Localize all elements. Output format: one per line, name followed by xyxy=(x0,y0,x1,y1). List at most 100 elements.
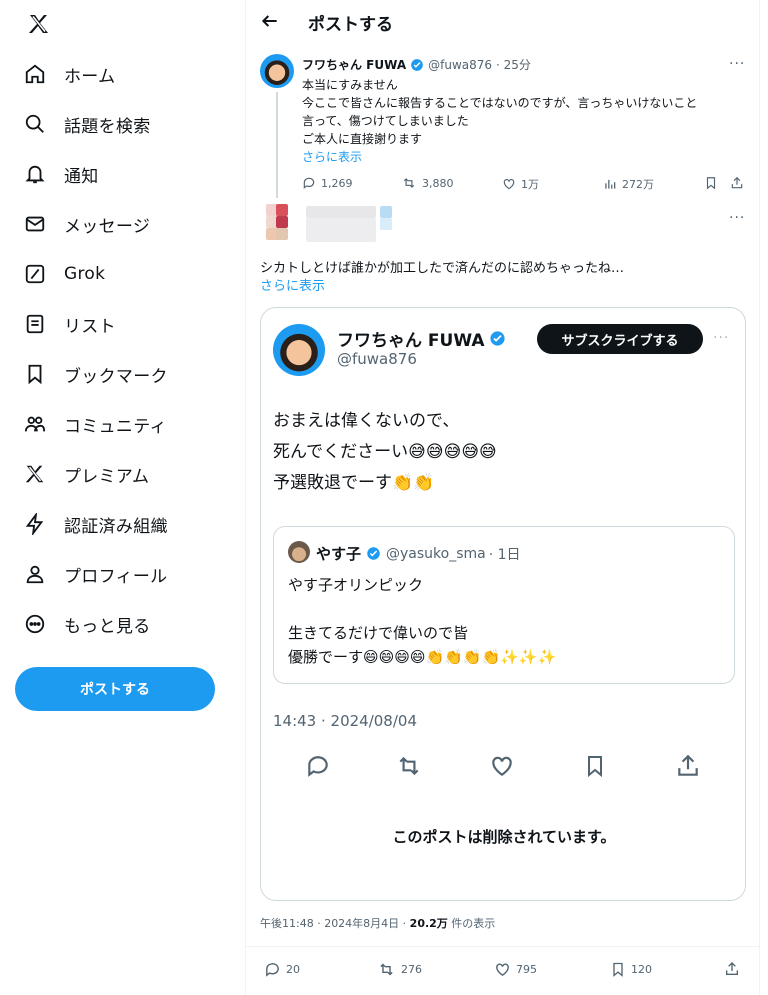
sidebar-item-label: コミュニティ xyxy=(64,416,167,437)
sidebar-item-label: Grok xyxy=(64,264,106,284)
quoted-post[interactable]: やす子 @yasuko_sma · 1日 やす子オリンピック 生きてるだけで偉い… xyxy=(273,526,735,684)
repost-count: 3,880 xyxy=(422,176,454,190)
sidebar-item-bookmarks[interactable]: ブックマーク xyxy=(22,356,168,392)
sidebar-item-profile[interactable]: プロフィール xyxy=(22,556,167,592)
deleted-post-notice: このポストは削除されています。 xyxy=(392,828,616,846)
page-title: ポストする xyxy=(308,15,393,35)
sidebar-item-label: 認証済み組織 xyxy=(64,516,168,537)
post-header: フワちゃん FUWA @fuwa876 · 25分 xyxy=(302,56,531,73)
repost-icon[interactable] xyxy=(395,753,423,779)
share-icon[interactable] xyxy=(675,753,701,779)
show-more-link[interactable]: さらに表示 xyxy=(302,148,697,166)
embedded-post-card[interactable]: フワちゃん FUWA @fuwa876 サブスクライブする ··· おまえは偉く… xyxy=(260,307,746,901)
more-circle-icon xyxy=(22,611,48,637)
sidebar-item-label: ホーム xyxy=(64,66,116,87)
like-action[interactable]: 795 xyxy=(494,961,537,978)
show-more-link[interactable]: さらに表示 xyxy=(260,278,624,296)
embedded-post-text: おまえは偉くないので、 死んでくださーい😅😅😅😅😅 予選敗退でーす👏👏 xyxy=(273,406,497,499)
post-text-line: 死んでくださーい😅😅😅😅😅 xyxy=(273,442,497,462)
bell-icon xyxy=(22,161,48,187)
avatar[interactable] xyxy=(260,54,294,88)
x-logo-icon[interactable] xyxy=(26,12,52,36)
bookmark-icon[interactable] xyxy=(704,175,718,191)
thread-line xyxy=(276,92,278,198)
repost-action[interactable]: 276 xyxy=(377,961,422,978)
subscribe-button[interactable]: サブスクライブする xyxy=(537,324,703,354)
author-name[interactable]: やす子 xyxy=(316,543,361,564)
verified-badge-icon xyxy=(490,331,506,346)
post-text-line: やす子オリンピック xyxy=(288,576,424,594)
sidebar-item-premium[interactable]: プレミアム xyxy=(22,456,149,492)
more-options-icon[interactable]: ··· xyxy=(729,210,745,226)
post-timestamp[interactable]: 14:43 · 2024/08/04 xyxy=(273,712,417,730)
post-text-line: 生きてるだけで偉いので皆 xyxy=(288,624,469,642)
post-text-line: 予選敗退でーす👏👏 xyxy=(273,473,435,493)
lightning-icon xyxy=(22,511,48,537)
bookmark-count: 120 xyxy=(631,963,652,976)
post-time[interactable]: · 25分 xyxy=(496,56,531,73)
post-button[interactable]: ポストする xyxy=(15,667,215,711)
author-name[interactable]: フワちゃん FUWA xyxy=(302,56,406,73)
back-arrow-icon[interactable] xyxy=(260,11,280,31)
share-icon[interactable] xyxy=(730,175,744,191)
divider xyxy=(246,946,761,947)
verified-badge-icon xyxy=(367,547,380,560)
sidebar-item-label: もっと見る xyxy=(64,616,151,637)
reply-action[interactable]: 20 xyxy=(264,961,300,978)
like-action[interactable]: 1万 xyxy=(502,176,539,192)
views-icon xyxy=(605,179,616,189)
bookmark-action[interactable]: 120 xyxy=(610,961,652,978)
sidebar-item-lists[interactable]: リスト xyxy=(22,306,116,342)
person-icon xyxy=(22,561,48,587)
share-icon[interactable] xyxy=(724,960,740,978)
post-text-line: 本当にすみません xyxy=(302,78,398,92)
post-text-line: ご本人に直接謝ります xyxy=(302,132,423,146)
author-handle[interactable]: @fuwa876 xyxy=(428,58,492,72)
reply-action[interactable]: 1,269 xyxy=(302,176,353,190)
sidebar-item-home[interactable]: ホーム xyxy=(22,56,115,92)
heart-icon[interactable] xyxy=(489,753,515,779)
search-icon xyxy=(22,111,48,137)
more-options-icon[interactable]: ··· xyxy=(713,330,729,346)
avatar[interactable] xyxy=(273,324,325,376)
like-count: 1万 xyxy=(521,178,539,191)
sidebar-item-label: メッセージ xyxy=(64,216,151,237)
x-premium-icon xyxy=(22,461,48,487)
author-handle[interactable]: @fuwa876 xyxy=(337,350,417,368)
bookmark-icon xyxy=(22,361,48,387)
post-time: · 1日 xyxy=(488,546,521,563)
sidebar-item-label: 話題を検索 xyxy=(64,116,151,137)
embedded-author: フワちゃん FUWA xyxy=(337,326,506,351)
repost-action[interactable]: 3,880 xyxy=(401,176,454,190)
sidebar-item-communities[interactable]: コミュニティ xyxy=(22,406,167,442)
sidebar-item-grok[interactable]: Grok xyxy=(22,256,105,292)
repost-count: 276 xyxy=(401,963,422,976)
sidebar-item-verified-orgs[interactable]: 認証済み組織 xyxy=(22,506,168,542)
post-datetime[interactable]: 午後11:48 · 2024年8月4日 · xyxy=(260,917,410,930)
sidebar-item-explore[interactable]: 話題を検索 xyxy=(22,106,151,142)
list-icon xyxy=(22,311,48,337)
sidebar-item-more[interactable]: もっと見る xyxy=(22,606,151,642)
top-bar: ポストする xyxy=(246,0,759,44)
post-text-line: 言って、傷つけてしまいました xyxy=(302,114,469,128)
blurred-avatar-and-name xyxy=(254,200,404,246)
post-text-line: おまえは偉くないので、 xyxy=(273,411,460,431)
sidebar-item-messages[interactable]: メッセージ xyxy=(22,206,150,242)
post-text-line: 今ここで皆さんに報告することではないのですが、言っちゃいけないこと xyxy=(302,96,698,110)
post-meta: 午後11:48 · 2024年8月4日 · 20.2万 件の表示 xyxy=(260,915,495,931)
reply-icon[interactable] xyxy=(305,753,331,779)
repost-icon xyxy=(380,963,393,976)
reply-text: シカトしとけば誰かが加工したで済んだのに認めちゃったね… さらに表示 xyxy=(260,260,624,296)
author-handle[interactable]: @yasuko_sma xyxy=(386,546,486,562)
bookmark-icon[interactable] xyxy=(583,753,607,779)
sidebar-item-notifications[interactable]: 通知 xyxy=(22,156,99,192)
heart-icon xyxy=(503,179,515,190)
view-count-suffix: 件の表示 xyxy=(447,917,496,930)
mail-icon xyxy=(22,211,48,237)
author-name[interactable]: フワちゃん FUWA xyxy=(337,326,484,351)
avatar[interactable] xyxy=(288,541,310,563)
sidebar-item-label: プレミアム xyxy=(64,466,150,487)
more-options-icon[interactable]: ··· xyxy=(729,56,745,72)
views-action[interactable]: 272万 xyxy=(603,176,654,192)
community-icon xyxy=(22,411,48,437)
